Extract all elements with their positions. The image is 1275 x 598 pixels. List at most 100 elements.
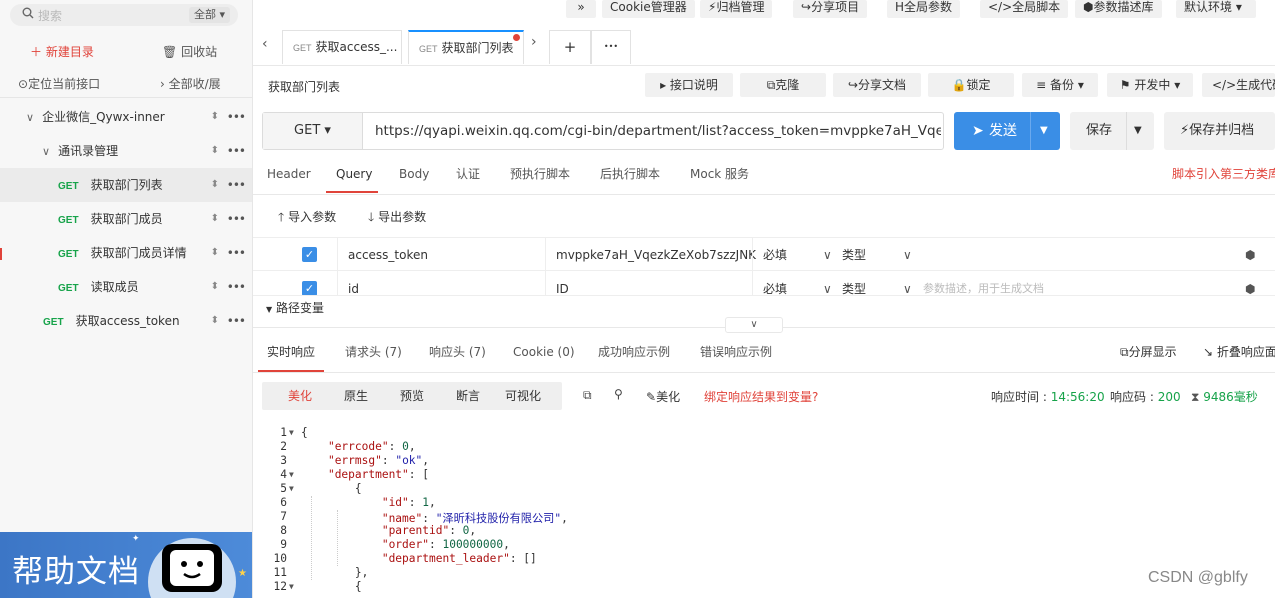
- clone-button[interactable]: ⧉克隆: [740, 73, 826, 97]
- mode-visualize[interactable]: 可视化: [505, 382, 541, 410]
- more-icon[interactable]: •••: [227, 236, 246, 270]
- more-icon[interactable]: •••: [227, 202, 246, 236]
- url-input[interactable]: https://qyapi.weixin.qq.com/cgi-bin/depa…: [375, 113, 941, 149]
- tab-mock[interactable]: Mock 服务: [690, 166, 749, 182]
- chevron-down-icon[interactable]: ∨: [823, 238, 832, 272]
- mode-preview[interactable]: 预览: [400, 382, 424, 410]
- tab-auth[interactable]: 认证: [456, 166, 480, 182]
- param-checkbox[interactable]: ✓: [302, 281, 317, 295]
- tab-scroll-left[interactable]: ‹: [262, 36, 268, 52]
- tab-header[interactable]: Header: [267, 166, 311, 182]
- tab-more-button[interactable]: •••: [591, 30, 631, 64]
- mode-assert[interactable]: 断言: [456, 382, 480, 410]
- more-icon[interactable]: •••: [227, 134, 246, 168]
- more-icon[interactable]: •••: [227, 168, 246, 202]
- more-icon[interactable]: •••: [227, 270, 246, 304]
- status-select[interactable]: ⚑ 开发中 ▾: [1107, 73, 1193, 97]
- tab-error-example[interactable]: 错误响应示例: [700, 344, 772, 360]
- sort-icon[interactable]: ⬍: [211, 134, 219, 168]
- param-required[interactable]: 必填: [763, 238, 787, 272]
- tree-item-dept-member-detail[interactable]: GET 获取部门成员详情 ⬍ •••: [0, 236, 252, 270]
- tree-item-read-member[interactable]: GET 读取成员 ⬍ •••: [0, 270, 252, 304]
- param-desc[interactable]: 参数描述，用于生成文档: [923, 272, 1044, 295]
- tab-scroll-right[interactable]: ›: [531, 34, 537, 50]
- copy-icon[interactable]: ⧉: [583, 388, 592, 403]
- chevron-down-icon[interactable]: ∨: [823, 272, 832, 295]
- more-icon[interactable]: •••: [227, 100, 246, 134]
- param-name[interactable]: access_token: [348, 238, 428, 272]
- tree-item-dept-members[interactable]: GET 获取部门成员 ⬍ •••: [0, 202, 252, 236]
- response-body[interactable]: 1 ▼{2 "errcode": 0, 3 "errmsg": "ok", 4 ▼ "d…: [253, 425, 1275, 598]
- send-dropdown[interactable]: ▼: [1040, 112, 1048, 150]
- param-required[interactable]: 必填: [763, 272, 787, 295]
- new-dir-button[interactable]: ＋ 新建目录: [30, 44, 94, 60]
- path-vars-toggle[interactable]: ▼ 路径变量: [266, 299, 324, 316]
- tab-body[interactable]: Body: [399, 166, 429, 182]
- expand-button[interactable]: »: [566, 0, 596, 18]
- chevron-down-icon[interactable]: ∨: [903, 238, 912, 272]
- api-doc-button[interactable]: ▸ 接口说明: [645, 73, 733, 97]
- sort-icon[interactable]: ⬍: [211, 168, 219, 202]
- fold-arrow-icon[interactable]: ▼: [289, 428, 294, 437]
- cube-icon[interactable]: ⬢: [1245, 272, 1255, 295]
- locate-button[interactable]: ⊙定位当前接口: [18, 76, 100, 92]
- global-params-button[interactable]: H全局参数: [887, 0, 961, 18]
- tree-item-access-token[interactable]: GET 获取access_token ⬍ •••: [0, 304, 252, 338]
- tab-dept-list[interactable]: GET 获取部门列表: [408, 30, 524, 64]
- bind-var-link[interactable]: 绑定响应结果到变量?: [704, 388, 818, 405]
- tab-live-response[interactable]: 实时响应: [267, 344, 315, 360]
- param-value[interactable]: mvppke7aH_VqezkZeXob7szzJNK: [556, 238, 756, 272]
- fold-response-button[interactable]: ↘ 折叠响应面: [1203, 344, 1275, 360]
- tab-post-script[interactable]: 后执行脚本: [600, 166, 660, 182]
- beautify-button[interactable]: ✎美化: [646, 388, 680, 405]
- global-script-button[interactable]: </>全局脚本: [980, 0, 1069, 18]
- env-select[interactable]: 默认环境 ▾: [1176, 0, 1256, 18]
- param-desc-button[interactable]: ⬢参数描述库: [1075, 0, 1162, 18]
- share-doc-button[interactable]: ↪分享文档: [833, 73, 921, 97]
- archive-manage-button[interactable]: ⚡归档管理: [700, 0, 773, 18]
- help-docs-banner[interactable]: 帮助文档 ✦ ★: [0, 532, 252, 598]
- split-view-button[interactable]: ⧉分屏显示: [1120, 344, 1177, 360]
- send-button[interactable]: ➤ 发送 ▼: [954, 112, 1060, 150]
- sort-icon[interactable]: ⬍: [211, 100, 219, 134]
- tab-query[interactable]: Query: [336, 166, 372, 182]
- collapse-handle[interactable]: ∨: [725, 317, 783, 333]
- tab-cookies[interactable]: Cookie (0): [513, 344, 575, 360]
- more-icon[interactable]: •••: [227, 304, 246, 338]
- cube-icon[interactable]: ⬢: [1245, 238, 1255, 272]
- fold-arrow-icon[interactable]: ▼: [289, 470, 294, 479]
- sort-icon[interactable]: ⬍: [211, 304, 219, 338]
- import-params-button[interactable]: 🡑 导入参数: [278, 208, 336, 229]
- export-params-button[interactable]: 🡓 导出参数: [368, 208, 426, 229]
- save-archive-button[interactable]: ⚡保存并归档: [1164, 112, 1275, 150]
- fold-arrow-icon[interactable]: ▼: [289, 484, 294, 493]
- sort-icon[interactable]: ⬍: [211, 202, 219, 236]
- gen-code-button[interactable]: </>生成代码: [1202, 73, 1275, 97]
- backup-button[interactable]: ≡ 备份 ▾: [1022, 73, 1098, 97]
- new-tab-button[interactable]: +: [549, 30, 591, 64]
- search-icon[interactable]: ⚲: [614, 387, 623, 401]
- tab-req-headers[interactable]: 请求头 (7): [345, 344, 402, 360]
- sort-icon[interactable]: ⬍: [211, 270, 219, 304]
- sort-icon[interactable]: ⬍: [211, 236, 219, 270]
- tab-pre-script[interactable]: 预执行脚本: [510, 166, 570, 182]
- tab-access-token[interactable]: GET 获取access_...: [282, 30, 402, 64]
- tab-success-example[interactable]: 成功响应示例: [598, 344, 670, 360]
- mode-beautify[interactable]: 美化: [288, 382, 312, 410]
- tree-folder-qywx[interactable]: ∨ 企业微信_Qywx-inner ⬍ •••: [0, 100, 252, 134]
- param-type[interactable]: 类型: [842, 272, 866, 295]
- filter-select[interactable]: 全部 ▾: [188, 7, 230, 23]
- param-name[interactable]: id: [348, 272, 359, 295]
- param-type[interactable]: 类型: [842, 238, 866, 272]
- save-button[interactable]: 保存 ▼: [1070, 112, 1154, 150]
- tree-folder-contacts[interactable]: ∨ 通讯录管理 ⬍ •••: [0, 134, 252, 168]
- tree-item-dept-list[interactable]: GET 获取部门列表 ⬍ •••: [0, 168, 252, 202]
- script-hint-link[interactable]: 脚本引入第三方类库: [1172, 166, 1275, 182]
- param-value[interactable]: ID: [556, 272, 569, 295]
- tab-resp-headers[interactable]: 响应头 (7): [429, 344, 486, 360]
- param-checkbox[interactable]: ✓: [302, 247, 317, 262]
- lock-button[interactable]: 🔒锁定: [928, 73, 1014, 97]
- mode-raw[interactable]: 原生: [344, 382, 368, 410]
- recycle-button[interactable]: 🗑 回收站: [162, 44, 217, 60]
- collapse-all-button[interactable]: › 全部收/展: [160, 76, 221, 92]
